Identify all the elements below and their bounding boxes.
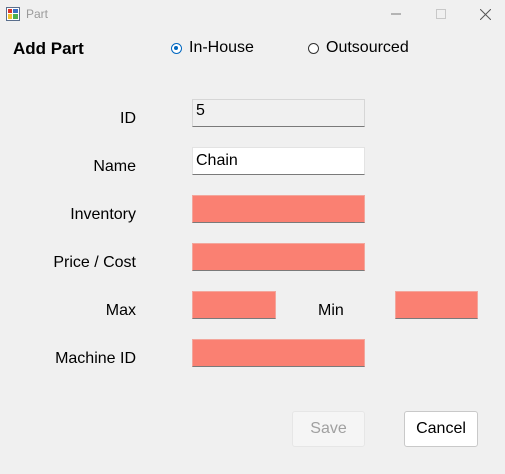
min-input[interactable] <box>395 291 478 319</box>
inventory-input[interactable] <box>192 195 365 223</box>
machine-id-input[interactable] <box>192 339 365 367</box>
id-field: 5 <box>192 99 365 127</box>
max-label: Max <box>105 302 136 319</box>
cancel-button[interactable]: Cancel <box>404 411 478 447</box>
in-house-label: In-House <box>189 39 254 56</box>
name-label: Name <box>93 158 136 175</box>
close-button[interactable] <box>462 0 505 28</box>
radio-unselected-icon <box>308 42 319 54</box>
price-cost-label: Price / Cost <box>53 254 136 271</box>
inventory-label: Inventory <box>70 206 136 223</box>
minimize-icon <box>391 13 401 15</box>
form-heading: Add Part <box>13 39 84 58</box>
close-icon <box>479 8 491 20</box>
title-bar: Part <box>0 0 505 28</box>
outsourced-label: Outsourced <box>326 39 409 56</box>
in-house-radio[interactable]: In-House <box>171 39 254 57</box>
min-label: Min <box>318 302 344 319</box>
window-title: Part <box>26 7 49 21</box>
radio-selected-icon <box>171 42 182 54</box>
machine-id-label: Machine ID <box>55 350 136 367</box>
max-input[interactable] <box>192 291 276 319</box>
maximize-icon <box>436 9 446 19</box>
form-app-icon <box>6 7 20 21</box>
price-cost-input[interactable] <box>192 243 365 271</box>
minimize-button[interactable] <box>373 0 419 28</box>
maximize-button[interactable] <box>418 0 464 28</box>
save-button[interactable]: Save <box>292 411 365 447</box>
name-input[interactable]: Chain <box>192 147 365 175</box>
id-label: ID <box>120 110 136 127</box>
outsourced-radio[interactable]: Outsourced <box>308 39 409 57</box>
